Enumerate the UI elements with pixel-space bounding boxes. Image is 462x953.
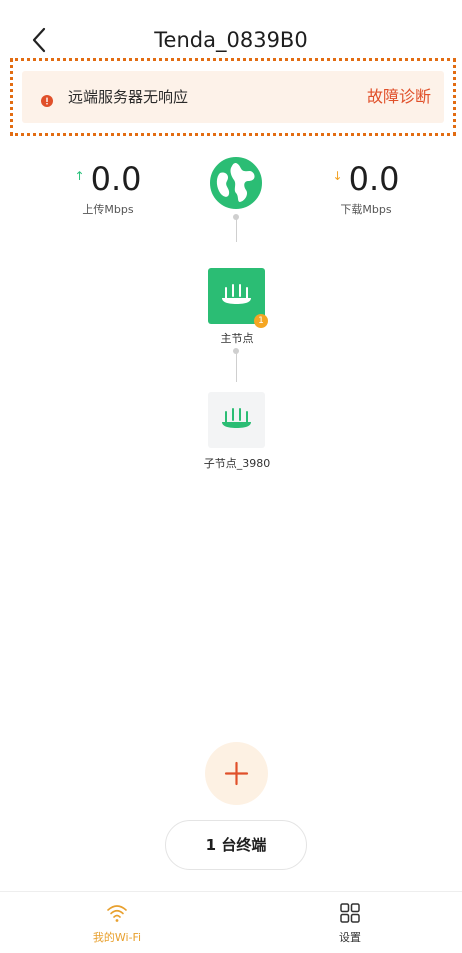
alert-highlight-frame: 远端服务器无响应 故障诊断: [10, 58, 456, 136]
download-value: 0.0: [348, 160, 400, 198]
down-arrow-icon: ↓: [332, 169, 343, 183]
tab-settings[interactable]: 设置: [290, 892, 410, 953]
alert-banner[interactable]: 远端服务器无响应 故障诊断: [22, 71, 444, 123]
wifi-icon: [107, 905, 127, 922]
download-speed: ↓ 0.0 下载Mbps: [296, 156, 436, 217]
upload-value-row: ↑ 0.0: [38, 156, 178, 199]
connector-line: [236, 218, 237, 242]
alert-message: 远端服务器无响应: [68, 88, 189, 106]
tab-settings-label: 设置: [339, 931, 361, 944]
plus-icon: [224, 761, 249, 786]
sub-node[interactable]: [208, 392, 265, 448]
upload-value: 0.0: [90, 160, 142, 198]
header-bar: Tenda_0839B0: [0, 0, 462, 56]
connector-line: [236, 352, 237, 382]
upload-speed: ↑ 0.0 上传Mbps: [38, 156, 178, 217]
download-label: 下载Mbps: [340, 203, 392, 216]
error-dot-icon: [41, 95, 53, 107]
tab-my-wifi[interactable]: 我的Wi-Fi: [57, 892, 177, 953]
upload-label: 上传Mbps: [82, 203, 134, 216]
tab-my-wifi-label: 我的Wi-Fi: [92, 931, 142, 944]
diagnose-button[interactable]: 故障诊断: [367, 86, 431, 108]
bottom-tab-bar: 我的Wi-Fi 设置: [0, 891, 462, 953]
main-node-badge: 1: [254, 314, 268, 328]
page-title: Tenda_0839B0: [154, 28, 308, 52]
download-value-row: ↓ 0.0: [296, 156, 436, 199]
up-arrow-icon: ↑: [74, 169, 85, 183]
main-node-label: 主节点: [220, 332, 254, 345]
add-button[interactable]: [205, 742, 268, 805]
grid-icon: [340, 903, 360, 923]
router-icon: [222, 408, 251, 428]
sub-node-label: 子节点_3980: [203, 457, 271, 470]
globe-icon[interactable]: [210, 157, 262, 209]
terminals-button[interactable]: 1 台终端: [165, 820, 307, 870]
